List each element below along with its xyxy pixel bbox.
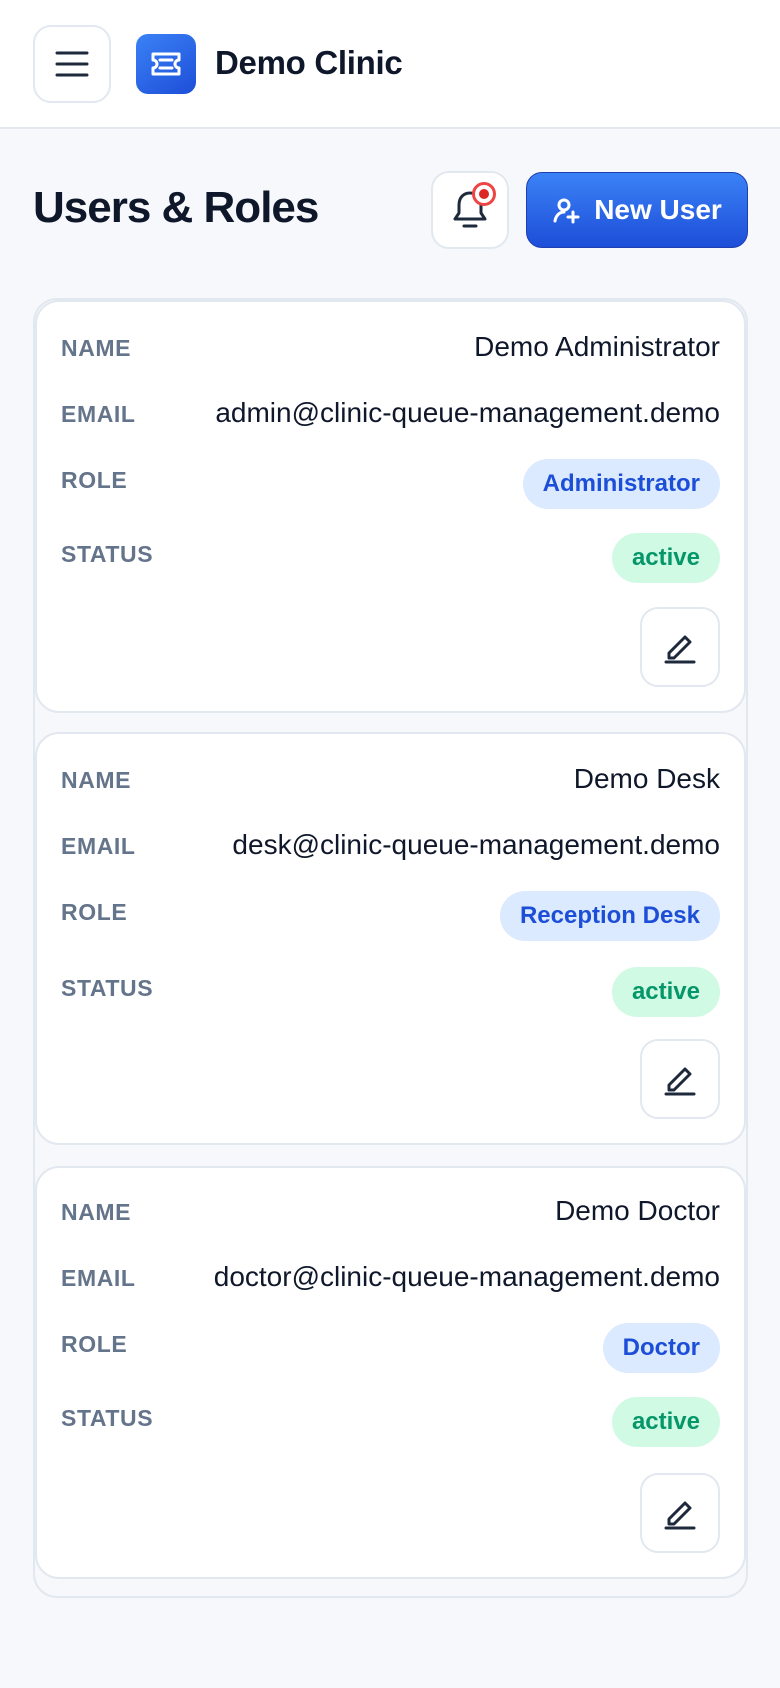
notifications-button[interactable] bbox=[431, 171, 509, 249]
role-row: ROLE Reception Desk bbox=[61, 891, 720, 949]
user-name: Demo Administrator bbox=[474, 331, 720, 362]
email-label: EMAIL bbox=[61, 833, 136, 859]
ticket-icon bbox=[151, 52, 181, 76]
user-card: NAME Demo Desk EMAIL desk@clinic-queue-m… bbox=[35, 732, 746, 1145]
role-row: ROLE Administrator bbox=[61, 459, 720, 517]
name-row: NAME Demo Desk bbox=[61, 763, 720, 817]
role-label: ROLE bbox=[61, 899, 128, 925]
edit-user-button[interactable] bbox=[640, 607, 720, 687]
role-label: ROLE bbox=[61, 467, 128, 493]
edit-user-button[interactable] bbox=[640, 1473, 720, 1553]
brand-name: Demo Clinic bbox=[215, 44, 403, 81]
email-row: EMAIL doctor@clinic-queue-management.dem… bbox=[61, 1261, 720, 1315]
status-badge: active bbox=[611, 967, 720, 1017]
status-label: STATUS bbox=[61, 975, 154, 1001]
status-row: STATUS active bbox=[61, 1397, 720, 1455]
user-email: doctor@clinic-queue-management.demo bbox=[213, 1261, 720, 1292]
clinic-logo bbox=[136, 34, 196, 94]
user-email: admin@clinic-queue-management.demo bbox=[215, 397, 720, 428]
email-label: EMAIL bbox=[61, 401, 136, 427]
new-user-label: New User bbox=[594, 194, 722, 225]
new-user-button[interactable]: New User bbox=[526, 172, 748, 248]
name-label: NAME bbox=[61, 1199, 132, 1225]
role-row: ROLE Doctor bbox=[61, 1323, 720, 1381]
role-badge: Reception Desk bbox=[499, 891, 720, 941]
email-row: EMAIL admin@clinic-queue-management.demo bbox=[61, 397, 720, 451]
user-name: Demo Doctor bbox=[555, 1195, 720, 1226]
page-title: Users & Roles bbox=[33, 183, 319, 232]
status-row: STATUS active bbox=[61, 533, 720, 591]
role-badge: Administrator bbox=[522, 459, 720, 509]
status-badge: active bbox=[611, 1397, 720, 1447]
email-label: EMAIL bbox=[61, 1265, 136, 1291]
status-label: STATUS bbox=[61, 541, 154, 567]
menu-button[interactable] bbox=[33, 25, 111, 103]
notification-dot bbox=[472, 182, 496, 206]
pencil-icon bbox=[664, 1067, 696, 1096]
status-label: STATUS bbox=[61, 1405, 154, 1431]
user-name: Demo Desk bbox=[573, 763, 720, 794]
user-card: NAME Demo Doctor EMAIL doctor@clinic-que… bbox=[35, 1166, 746, 1579]
top-bar: Demo Clinic bbox=[0, 0, 780, 129]
status-row: STATUS active bbox=[61, 967, 720, 1025]
role-badge: Doctor bbox=[602, 1323, 720, 1373]
user-plus-icon bbox=[553, 198, 580, 224]
name-label: NAME bbox=[61, 335, 132, 361]
hamburger-icon bbox=[55, 51, 89, 77]
status-badge: active bbox=[611, 533, 720, 583]
email-row: EMAIL desk@clinic-queue-management.demo bbox=[61, 829, 720, 883]
user-card: NAME Demo Administrator EMAIL admin@clin… bbox=[35, 300, 746, 713]
edit-user-button[interactable] bbox=[640, 1039, 720, 1119]
user-email: desk@clinic-queue-management.demo bbox=[232, 829, 720, 860]
role-label: ROLE bbox=[61, 1331, 128, 1357]
pencil-icon bbox=[664, 635, 696, 664]
pencil-icon bbox=[664, 1501, 696, 1530]
name-row: NAME Demo Administrator bbox=[61, 331, 720, 385]
name-label: NAME bbox=[61, 767, 132, 793]
name-row: NAME Demo Doctor bbox=[61, 1195, 720, 1249]
